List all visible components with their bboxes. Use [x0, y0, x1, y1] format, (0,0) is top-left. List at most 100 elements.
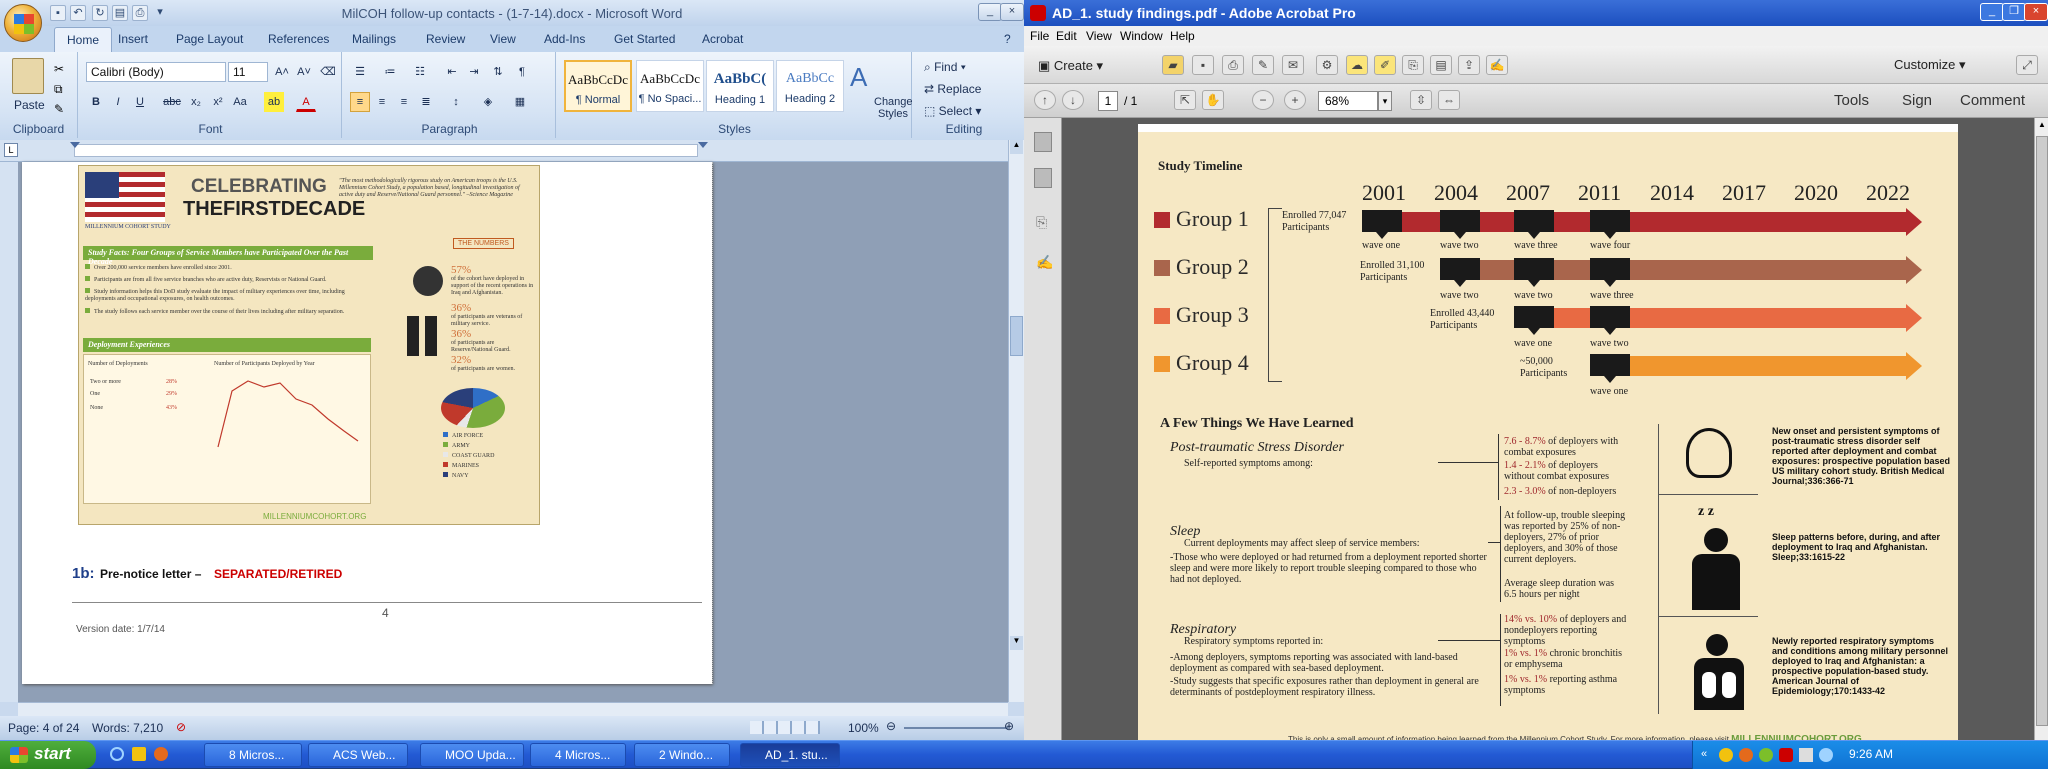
highlight-icon[interactable]: ab — [264, 92, 284, 112]
font-color-icon[interactable]: A — [296, 92, 316, 112]
subscript-button[interactable]: x₂ — [186, 92, 206, 112]
tools-panel-button[interactable]: Tools — [1834, 92, 1869, 109]
align-right-icon[interactable]: ≡ — [394, 92, 414, 112]
bullets-icon[interactable]: ☰ — [350, 62, 370, 82]
sign-panel-button[interactable]: Sign — [1902, 92, 1932, 109]
page-number-input[interactable]: 1 — [1098, 91, 1118, 111]
right-indent-marker-icon[interactable] — [698, 142, 708, 153]
open-folder-icon[interactable]: ▰ — [1162, 55, 1184, 75]
tab-references[interactable]: References — [268, 32, 329, 46]
underline-button[interactable]: U — [130, 92, 150, 112]
network-icon[interactable] — [1799, 748, 1813, 762]
superscript-button[interactable]: x² — [208, 92, 228, 112]
tab-home[interactable]: Home — [54, 27, 113, 52]
decrease-indent-icon[interactable]: ⇤ — [442, 62, 462, 82]
attachments-icon[interactable]: ⎘ — [1036, 214, 1047, 231]
pdf-page[interactable]: Study Timeline 2001 2004 2007 2011 2014 … — [1138, 124, 1958, 768]
page-thumbnails-icon[interactable] — [1034, 132, 1052, 152]
select-button[interactable]: ⬚ Select ▾ — [924, 104, 981, 118]
show-marks-icon[interactable]: ¶ — [512, 62, 532, 82]
zoom-slider[interactable] — [904, 727, 1008, 729]
settings-icon[interactable]: ⚙ — [1316, 55, 1338, 75]
tab-insert[interactable]: Insert — [118, 32, 148, 46]
tab-selector-icon[interactable]: L — [4, 143, 18, 157]
tab-get-started[interactable]: Get Started — [614, 32, 675, 46]
acrobat-vertical-scrollbar[interactable]: ▲ — [2034, 118, 2048, 740]
paste-icon[interactable] — [12, 58, 44, 94]
menu-window[interactable]: Window — [1120, 29, 1163, 43]
word-count[interactable]: Words: 7,210 — [92, 721, 163, 735]
change-styles-button[interactable]: Change Styles — [874, 96, 913, 120]
clock[interactable]: 9:26 AM — [1849, 747, 1893, 761]
zoom-select[interactable]: 68% — [1318, 91, 1378, 111]
tab-mailings[interactable]: Mailings — [352, 32, 396, 46]
tab-acrobat[interactable]: Acrobat — [702, 32, 743, 46]
email-icon[interactable]: ✉ — [1282, 55, 1304, 75]
task-acrobat[interactable]: AD_1. stu... — [740, 743, 840, 767]
horizontal-ruler[interactable]: L — [0, 140, 1024, 162]
scroll-thumb[interactable] — [1010, 316, 1023, 356]
scroll-up-icon[interactable]: ▲ — [1010, 140, 1023, 154]
task-outlook[interactable]: 4 Micros... — [530, 743, 626, 767]
start-button[interactable]: start — [0, 741, 96, 769]
menu-edit[interactable]: Edit — [1056, 29, 1077, 43]
multilevel-list-icon[interactable]: ☷ — [410, 62, 430, 82]
task-windows-explorer[interactable]: 2 Windo... — [634, 743, 730, 767]
bold-button[interactable]: B — [86, 92, 106, 112]
indent-marker-icon[interactable] — [70, 142, 80, 153]
clear-format-icon[interactable]: ⌫ — [318, 62, 338, 82]
highlight-icon[interactable]: ✐ — [1374, 55, 1396, 75]
strikethrough-button[interactable]: abc — [162, 92, 182, 112]
cut-icon[interactable]: ✂ — [54, 62, 64, 76]
comment-panel-button[interactable]: Comment — [1960, 92, 2025, 109]
fit-width-icon[interactable]: ⇔ — [1438, 90, 1460, 110]
task-word[interactable]: 8 Micros... — [204, 743, 302, 767]
acrobat-close-button[interactable]: × — [2024, 3, 2048, 21]
style-normal[interactable]: AaBbCcDc ¶ Normal — [564, 60, 632, 112]
menu-file[interactable]: File — [1030, 29, 1049, 43]
save-icon[interactable]: ▪ — [1192, 55, 1214, 75]
tray-app-icon[interactable] — [1719, 748, 1733, 762]
task-acs-web[interactable]: ACS Web... — [308, 743, 408, 767]
tab-page-layout[interactable]: Page Layout — [176, 32, 243, 46]
tray-app-icon[interactable] — [1779, 748, 1793, 762]
paste-button[interactable]: Paste — [14, 98, 45, 112]
tab-view[interactable]: View — [490, 32, 516, 46]
expand-icon[interactable]: ⤢ — [2016, 55, 2038, 75]
create-button[interactable]: ▣ Create ▾ — [1032, 55, 1124, 77]
document-icon[interactable]: ▤ — [1430, 55, 1452, 75]
replace-button[interactable]: ⇄ Replace — [924, 82, 981, 96]
attach-icon[interactable]: ⎘ — [1402, 55, 1424, 75]
proofing-icon[interactable]: ⊘ — [176, 720, 186, 734]
word-horizontal-scrollbar[interactable] — [18, 702, 1008, 716]
sign-form-icon[interactable]: ✍ — [1486, 55, 1508, 75]
tray-app-icon[interactable] — [1739, 748, 1753, 762]
help-icon[interactable]: ? — [1004, 32, 1011, 46]
flyer-image[interactable]: MILLENNIUM COHORT STUDY CELEBRATING THEF… — [78, 165, 540, 525]
zoom-dropdown-icon[interactable]: ▾ — [1378, 91, 1392, 111]
font-name-select[interactable]: Calibri (Body) — [86, 62, 226, 82]
next-page-icon[interactable]: ↓ — [1062, 90, 1084, 110]
select-cursor-icon[interactable]: ⇱ — [1174, 90, 1196, 110]
shrink-font-icon[interactable]: A˅ — [294, 62, 314, 82]
grow-font-icon[interactable]: A˄ — [272, 62, 292, 82]
word-vertical-scrollbar[interactable]: ▲ ▼ — [1008, 140, 1024, 702]
justify-icon[interactable]: ≣ — [416, 92, 436, 112]
align-center-icon[interactable]: ≡ — [372, 92, 392, 112]
print-icon[interactable]: ⎙ — [1222, 55, 1244, 75]
tab-add-ins[interactable]: Add-Ins — [544, 32, 585, 46]
ie-icon[interactable] — [110, 747, 124, 761]
task-moo-update[interactable]: MOO Upda... — [420, 743, 524, 767]
tab-review[interactable]: Review — [426, 32, 465, 46]
edit-icon[interactable]: ✎ — [1252, 55, 1274, 75]
zoom-out-icon[interactable]: ⊖ — [886, 719, 896, 733]
italic-button[interactable]: I — [108, 92, 128, 112]
word-close-button[interactable]: × — [1000, 3, 1024, 21]
increase-indent-icon[interactable]: ⇥ — [464, 62, 484, 82]
bookmarks-icon[interactable] — [1034, 168, 1052, 188]
prev-page-icon[interactable]: ↑ — [1034, 90, 1056, 110]
copy-icon[interactable]: ⧉ — [54, 82, 63, 97]
tray-expand-icon[interactable]: « — [1701, 748, 1707, 760]
comment-icon[interactable]: ☁ — [1346, 55, 1368, 75]
tray-app-icon[interactable] — [1759, 748, 1773, 762]
